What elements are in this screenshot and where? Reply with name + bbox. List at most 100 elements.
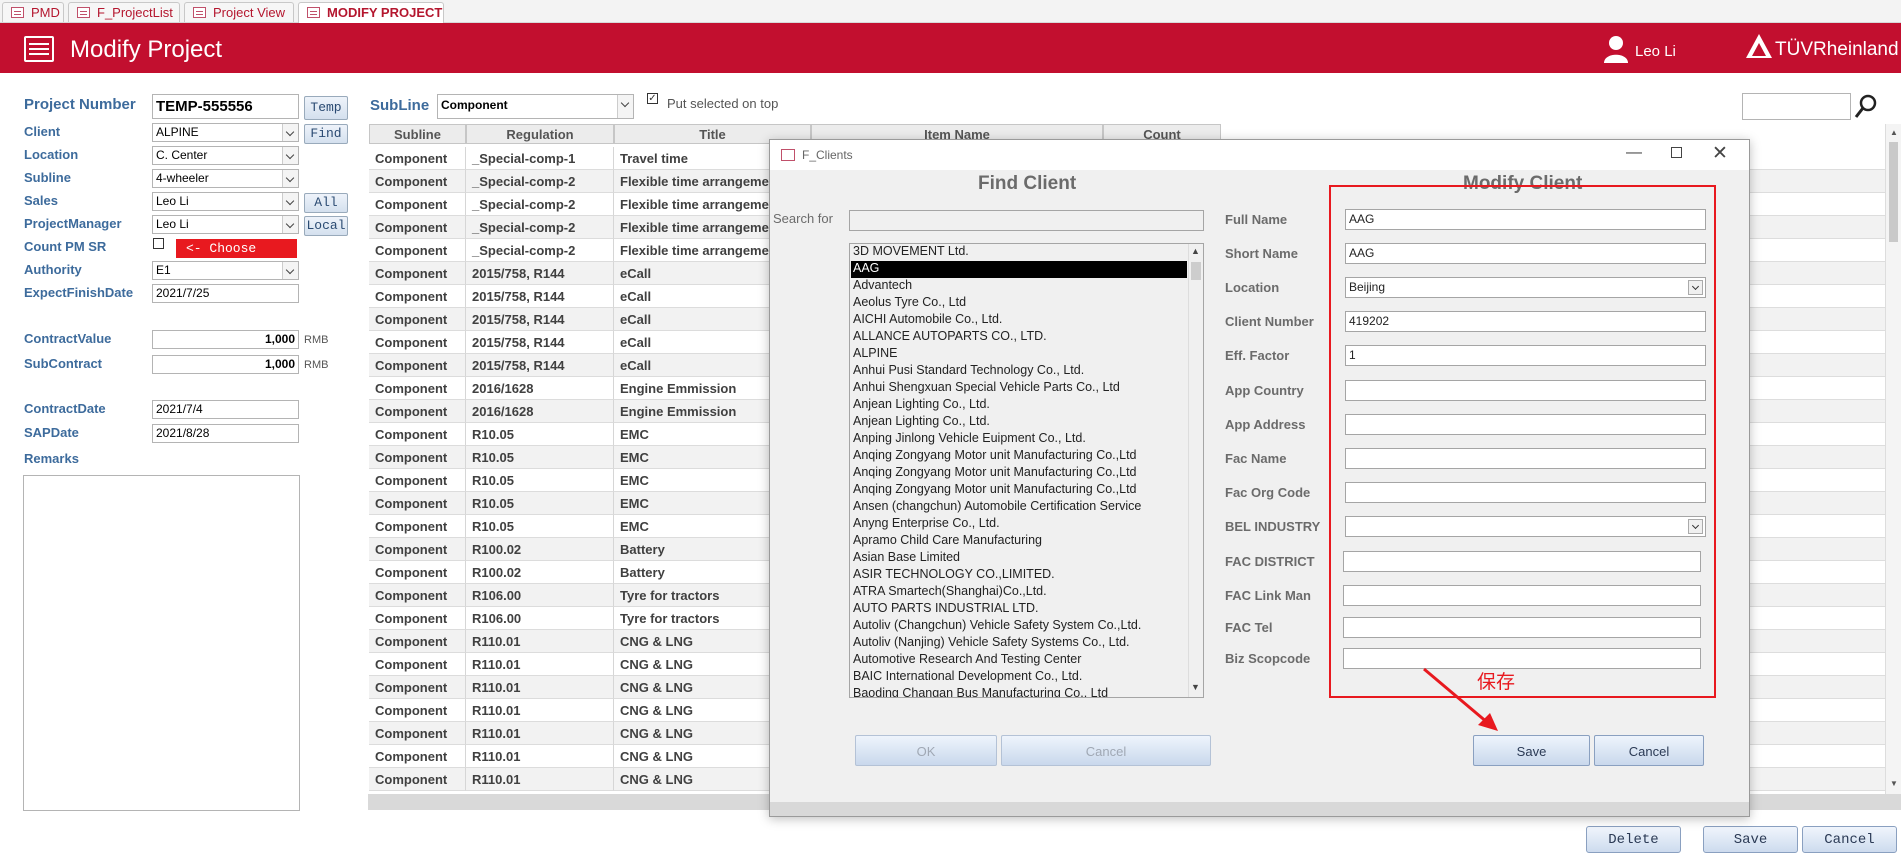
dialog-scrollbar[interactable]: [770, 802, 1749, 816]
vertical-scrollbar[interactable]: ▲ ▼: [1885, 124, 1901, 794]
sap-date-field[interactable]: 2021/8/28: [152, 424, 299, 443]
client-list-item[interactable]: Autoliv (Nanjing) Vehicle Safety Systems…: [853, 635, 1130, 652]
chevron-down-icon[interactable]: [282, 124, 298, 141]
scrollbar-thumb[interactable]: [1889, 142, 1898, 242]
maximize-icon[interactable]: [1671, 147, 1682, 158]
search-icon[interactable]: [1853, 93, 1879, 121]
temp-button[interactable]: Temp: [304, 96, 348, 120]
sales-combo[interactable]: Leo Li: [152, 192, 299, 211]
chevron-down-icon[interactable]: [282, 193, 298, 210]
chevron-down-icon[interactable]: [282, 262, 298, 279]
client-list-item[interactable]: Aeolus Tyre Co., Ltd: [853, 295, 966, 312]
client-list-item[interactable]: ALLANCE AUTOPARTS CO., LTD.: [853, 329, 1047, 346]
client-list-item[interactable]: AUTO PARTS INDUSTRIAL LTD.: [853, 601, 1038, 618]
client-list[interactable]: 3D MOVEMENT Ltd. AAG Advantech Aeolus Tyre …: [849, 243, 1204, 698]
client-search-input[interactable]: [849, 210, 1204, 231]
table-row-extension: [1749, 308, 1885, 331]
cancel-client-button[interactable]: Cancel: [1594, 735, 1704, 766]
cancel-button[interactable]: Cancel: [1802, 826, 1897, 853]
tab-project-view[interactable]: Project View: [184, 2, 294, 22]
field-label: Location: [1225, 280, 1280, 295]
delete-button[interactable]: Delete: [1586, 826, 1681, 853]
client-list-item[interactable]: BAIC International Development Co., Ltd.: [853, 669, 1082, 686]
client-list-item[interactable]: Anhui Shengxuan Special Vehicle Parts Co…: [853, 380, 1120, 397]
client-list-item[interactable]: ALPINE: [853, 346, 897, 363]
client-list-item[interactable]: Baoding Changan Bus Manufacturing Co., L…: [853, 686, 1108, 697]
scrollbar-thumb[interactable]: [1191, 262, 1201, 280]
client-list-item[interactable]: Anqing Zongyang Motor unit Manufacturing…: [853, 448, 1137, 465]
client-list-item[interactable]: Anqing Zongyang Motor unit Manufacturing…: [853, 482, 1137, 499]
cell-regulation: R110.01: [466, 722, 614, 745]
scroll-up-icon[interactable]: ▲: [1191, 246, 1200, 256]
form-icon: [77, 7, 90, 18]
client-list-item[interactable]: 3D MOVEMENT Ltd.: [853, 244, 969, 261]
client-list-item[interactable]: Apramo Child Care Manufacturing: [853, 533, 1042, 550]
scroll-down-icon[interactable]: ▼: [1191, 682, 1200, 692]
all-button[interactable]: All: [304, 193, 348, 213]
client-list-item[interactable]: ATRA Smartech(Shanghai)Co.,Ltd.: [853, 584, 1047, 601]
cancel-find-button[interactable]: Cancel: [1001, 735, 1211, 766]
expect-finish-date-label: ExpectFinishDate: [24, 285, 134, 300]
client-list-item[interactable]: ASIR TECHNOLOGY CO.,LIMITED.: [853, 567, 1055, 584]
subline-filter-combo[interactable]: Component: [437, 94, 634, 119]
expect-finish-date-field[interactable]: 2021/7/25: [152, 284, 299, 303]
contract-value-field[interactable]: 1,000: [152, 330, 299, 349]
client-list-item[interactable]: Asian Base Limited: [853, 550, 960, 567]
project-number-field[interactable]: TEMP-555556: [152, 94, 299, 119]
client-list-item[interactable]: Anjean Lighting Co., Ltd.: [853, 414, 990, 431]
tab-pmd[interactable]: PMD: [2, 2, 64, 22]
location-combo[interactable]: C. Center: [152, 146, 299, 165]
save-client-button[interactable]: Save: [1473, 735, 1590, 766]
client-list-item[interactable]: Anyng Enterprise Co., Ltd.: [853, 516, 1000, 533]
save-button[interactable]: Save: [1703, 826, 1798, 853]
authority-combo[interactable]: E1: [152, 261, 299, 280]
chevron-down-icon[interactable]: [282, 147, 298, 164]
cell-subline: Component: [369, 423, 466, 446]
remarks-textarea[interactable]: [23, 475, 300, 811]
subcontract-field[interactable]: 1,000: [152, 355, 299, 374]
client-list-item[interactable]: Advantech: [853, 278, 912, 295]
contract-date-field[interactable]: 2021/7/4: [152, 400, 299, 419]
close-icon[interactable]: ✕: [1712, 142, 1728, 165]
dialog-title-bar: [770, 140, 1749, 170]
column-header-regulation[interactable]: Regulation: [466, 124, 614, 144]
count-pm-sr-checkbox[interactable]: [153, 238, 164, 249]
project-manager-label: ProjectManager: [24, 216, 122, 231]
chevron-down-icon[interactable]: [282, 170, 298, 187]
client-list-item[interactable]: AICHI Automobile Co., Ltd.: [853, 312, 1002, 329]
project-manager-combo[interactable]: Leo Li: [152, 215, 299, 234]
chevron-down-icon[interactable]: [617, 95, 633, 118]
local-button[interactable]: Local: [304, 216, 348, 236]
client-list-item[interactable]: Anqing Zongyang Motor unit Manufacturing…: [853, 465, 1137, 482]
subcontract-label: SubContract: [24, 356, 102, 371]
sap-date-label: SAPDate: [24, 425, 79, 440]
table-row-extension: [1749, 446, 1885, 469]
client-list-item[interactable]: Anhui Pusi Standard Technology Co., Ltd.: [853, 363, 1084, 380]
tab-modify-project[interactable]: MODIFY PROJECT: [298, 2, 444, 23]
annotation-text: 保存: [1477, 671, 1516, 693]
search-input[interactable]: [1742, 93, 1851, 120]
scroll-up-icon[interactable]: ▲: [1890, 128, 1898, 137]
client-list-item[interactable]: AAG: [851, 261, 1187, 278]
column-header-subline[interactable]: Subline: [369, 124, 466, 144]
tab-f-projectlist[interactable]: F_ProjectList: [68, 2, 180, 22]
client-combo[interactable]: ALPINE: [152, 123, 299, 142]
client-list-item[interactable]: Anping Jinlong Vehicle Euipment Co., Ltd…: [853, 431, 1086, 448]
cell-regulation: _Special-comp-2: [466, 216, 614, 239]
cell-subline: Component: [369, 193, 466, 216]
find-button[interactable]: Find: [304, 124, 348, 144]
scroll-down-icon[interactable]: ▼: [1890, 779, 1898, 788]
cell-subline: Component: [369, 285, 466, 308]
put-selected-checkbox[interactable]: ✓: [647, 93, 658, 104]
client-list-item[interactable]: Ansen (changchun) Automobile Certificati…: [853, 499, 1141, 516]
cell-regulation: 2016/1628: [466, 400, 614, 423]
client-list-item[interactable]: Autoliv (Changchun) Vehicle Safety Syste…: [853, 618, 1141, 635]
subline-combo[interactable]: 4-wheeler: [152, 169, 299, 188]
minimize-icon[interactable]: —: [1626, 144, 1642, 162]
client-list-item[interactable]: Automotive Research And Testing Center: [853, 652, 1081, 669]
client-list-item[interactable]: Anjean Lighting Co., Ltd.: [853, 397, 990, 414]
count-pm-sr-label: Count PM SR: [24, 239, 107, 254]
ok-button[interactable]: OK: [855, 735, 997, 766]
list-scrollbar[interactable]: ▲ ▼: [1188, 244, 1203, 697]
chevron-down-icon[interactable]: [282, 216, 298, 233]
